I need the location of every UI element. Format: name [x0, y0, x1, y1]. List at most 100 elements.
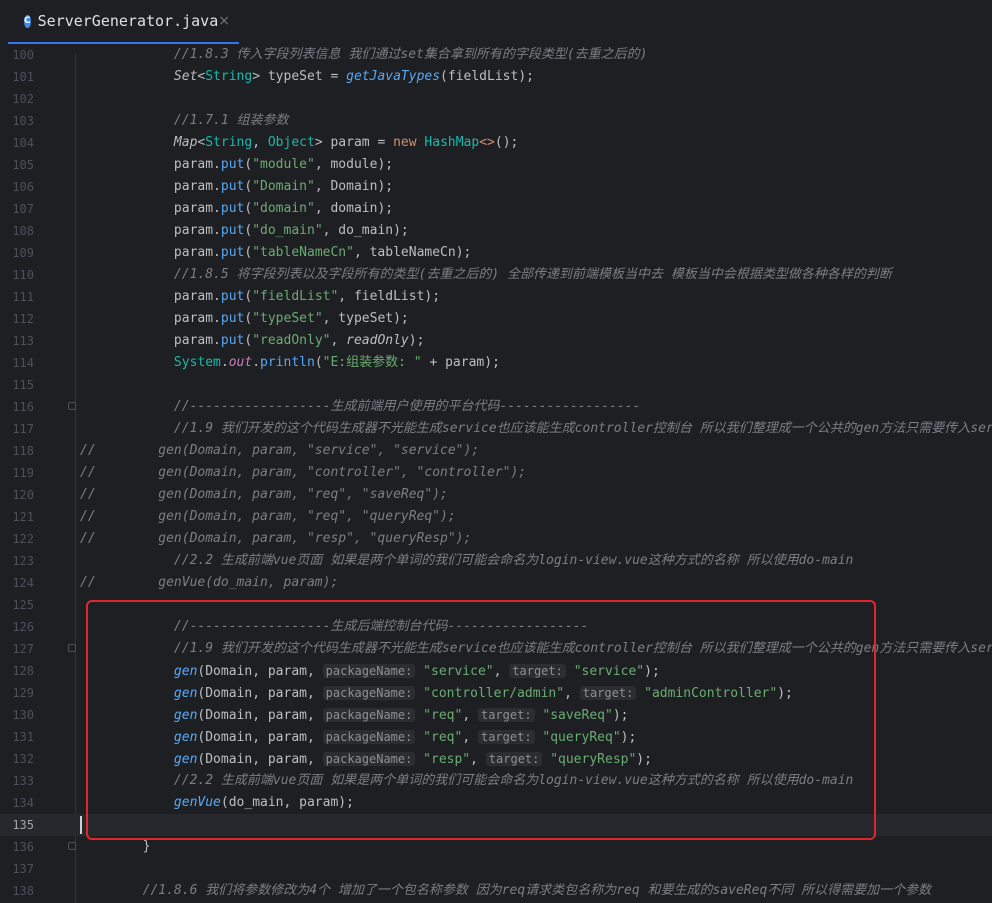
code-text: param.put("module", module);	[80, 154, 393, 176]
code-line[interactable]: 136 }	[0, 836, 992, 858]
code-token: String	[205, 135, 253, 150]
code-line[interactable]: 117 //1.9 我们开发的这个代码生成器不光能生成service也应该能生成…	[0, 418, 992, 440]
code-token: "readOnly"	[252, 333, 331, 348]
code-line[interactable]: 103 //1.7.1 组装参数	[0, 110, 992, 132]
fold-marker-icon[interactable]	[68, 842, 76, 850]
code-line[interactable]: 107 param.put("domain", domain);	[0, 198, 992, 220]
code-line[interactable]: 112 param.put("typeSet", typeSet);	[0, 308, 992, 330]
code-text: Map<String, Object> param = new HashMap<…	[80, 132, 518, 154]
code-text: // gen(Domain, param, "controller", "con…	[80, 462, 526, 484]
code-line[interactable]: 127 //1.9 我们开发的这个代码生成器不光能生成service也应该能生成…	[0, 638, 992, 660]
code-line[interactable]: 133 //2.2 生成前端vue页面 如果是两个单词的我们可能会命名为logi…	[0, 770, 992, 792]
code-text: gen(Domain, param, packageName: "req", t…	[80, 726, 636, 749]
code-token: //1.8.3 传入字段列表信息 我们通过set集合拿到所有的字段类型(去重之后…	[173, 47, 648, 62]
code-text: // gen(Domain, param, "req", "queryReq")…	[80, 506, 456, 528]
code-line[interactable]: 109 param.put("tableNameCn", tableNameCn…	[0, 242, 992, 264]
code-token: //1.8.5 将字段列表以及字段所有的类型(去重之后的) 全部传递到前端模板当…	[173, 267, 892, 282]
code-line[interactable]: 123 //2.2 生成前端vue页面 如果是两个单词的我们可能会命名为logi…	[0, 550, 992, 572]
code-line[interactable]: 129 gen(Domain, param, packageName: "con…	[0, 682, 992, 704]
code-text: // gen(Domain, param, "req", "saveReq");	[80, 484, 448, 506]
code-line[interactable]: 114 System.out.println("E:组装参数: " + para…	[0, 352, 992, 374]
code-token: //------------------生成后端控制台代码-----------…	[173, 619, 589, 634]
code-editor[interactable]: 100 //1.8.3 传入字段列表信息 我们通过set集合拿到所有的字段类型(…	[0, 44, 992, 903]
code-line[interactable]: 120 // gen(Domain, param, "req", "saveReq…	[0, 484, 992, 506]
code-token: ,	[462, 730, 478, 745]
line-number: 129	[12, 686, 34, 700]
code-line[interactable]: 138 //1.8.6 我们将参数修改为4个 增加了一个包名称参数 因为req请…	[0, 880, 992, 902]
tab-server-generator[interactable]: C ServerGenerator.java ×	[8, 0, 239, 44]
code-token: System	[173, 355, 221, 370]
code-token: // gen(Domain, param, "req", "queryReq")…	[80, 509, 456, 524]
code-line[interactable]: 130 gen(Domain, param, packageName: "req…	[0, 704, 992, 726]
code-text: // gen(Domain, param, "service", "servic…	[80, 440, 479, 462]
parameter-hint: target:	[579, 686, 637, 700]
code-token: gen	[173, 708, 198, 723]
code-line[interactable]: 108 param.put("do_main", do_main);	[0, 220, 992, 242]
parameter-hint: target:	[485, 752, 543, 766]
code-token: "typeSet"	[252, 311, 323, 326]
code-line[interactable]: 104 Map<String, Object> param = new Hash…	[0, 132, 992, 154]
code-line[interactable]: 110 //1.8.5 将字段列表以及字段所有的类型(去重之后的) 全部传递到前…	[0, 264, 992, 286]
code-line[interactable]: 124 // genVue(do_main, param);	[0, 572, 992, 594]
code-token: param.	[80, 245, 221, 260]
code-token: param.	[80, 289, 221, 304]
code-line[interactable]: 100 //1.8.3 传入字段列表信息 我们通过set集合拿到所有的字段类型(…	[0, 44, 992, 66]
line-number: 120	[12, 488, 34, 502]
code-line[interactable]: 116 //------------------生成前端用户使用的平台代码---…	[0, 396, 992, 418]
code-line[interactable]: 101 Set<String> typeSet = getJavaTypes(f…	[0, 66, 992, 88]
code-token: param.	[80, 311, 221, 326]
code-line[interactable]: 119 // gen(Domain, param, "controller", "…	[0, 462, 992, 484]
code-text: gen(Domain, param, packageName: "resp", …	[80, 748, 652, 771]
code-token: param.	[80, 333, 221, 348]
code-token: gen	[173, 664, 198, 679]
code-token: param.	[80, 157, 221, 172]
code-line[interactable]: 134 genVue(do_main, param);	[0, 792, 992, 814]
code-line[interactable]: 135	[0, 814, 992, 836]
code-line[interactable]: 122 // gen(Domain, param, "resp", "queryR…	[0, 528, 992, 550]
code-line[interactable]: 105 param.put("module", module);	[0, 154, 992, 176]
code-token: // genVue(do_main, param);	[80, 575, 339, 590]
line-number: 119	[12, 466, 34, 480]
code-text	[80, 814, 82, 836]
close-icon[interactable]: ×	[218, 13, 230, 29]
code-token: "Domain"	[252, 179, 315, 194]
code-token: Map	[173, 135, 198, 150]
code-text: gen(Domain, param, packageName: "service…	[80, 660, 660, 683]
code-line[interactable]: 106 param.put("Domain", Domain);	[0, 176, 992, 198]
code-line[interactable]: 115	[0, 374, 992, 396]
code-line[interactable]: 111 param.put("fieldList", fieldList);	[0, 286, 992, 308]
code-token: > typeSet =	[252, 69, 347, 84]
code-line[interactable]: 118 // gen(Domain, param, "service", "ser…	[0, 440, 992, 462]
line-number: 102	[12, 92, 34, 106]
code-line[interactable]: 102	[0, 88, 992, 110]
code-line[interactable]: 131 gen(Domain, param, packageName: "req…	[0, 726, 992, 748]
code-token: ,	[252, 135, 268, 150]
fold-marker-icon[interactable]	[68, 644, 76, 652]
parameter-hint: target:	[509, 664, 566, 678]
line-number: 124	[12, 576, 34, 590]
code-line[interactable]: 132 gen(Domain, param, packageName: "res…	[0, 748, 992, 770]
code-line[interactable]: 125	[0, 594, 992, 616]
code-token: ();	[494, 135, 519, 150]
code-token: put	[220, 289, 245, 304]
code-line[interactable]: 121 // gen(Domain, param, "req", "queryRe…	[0, 506, 992, 528]
line-number: 100	[12, 48, 34, 62]
code-line[interactable]: 113 param.put("readOnly", readOnly);	[0, 330, 992, 352]
line-number: 132	[12, 752, 34, 766]
code-token: // gen(Domain, param, "resp", "queryResp…	[80, 531, 472, 546]
code-token: //1.8.6 我们将参数修改为4个 增加了一个包名称参数 因为req请求类包名…	[142, 883, 932, 898]
code-text: param.put("Domain", Domain);	[80, 176, 393, 198]
line-number: 117	[12, 422, 34, 436]
code-line[interactable]: 128 gen(Domain, param, packageName: "ser…	[0, 660, 992, 682]
code-line[interactable]: 137	[0, 858, 992, 880]
code-line[interactable]: 126 //------------------生成后端控制台代码-------…	[0, 616, 992, 638]
fold-marker-icon[interactable]	[68, 402, 76, 410]
code-token: param.	[80, 179, 221, 194]
code-token: "queryReq"	[542, 730, 621, 745]
